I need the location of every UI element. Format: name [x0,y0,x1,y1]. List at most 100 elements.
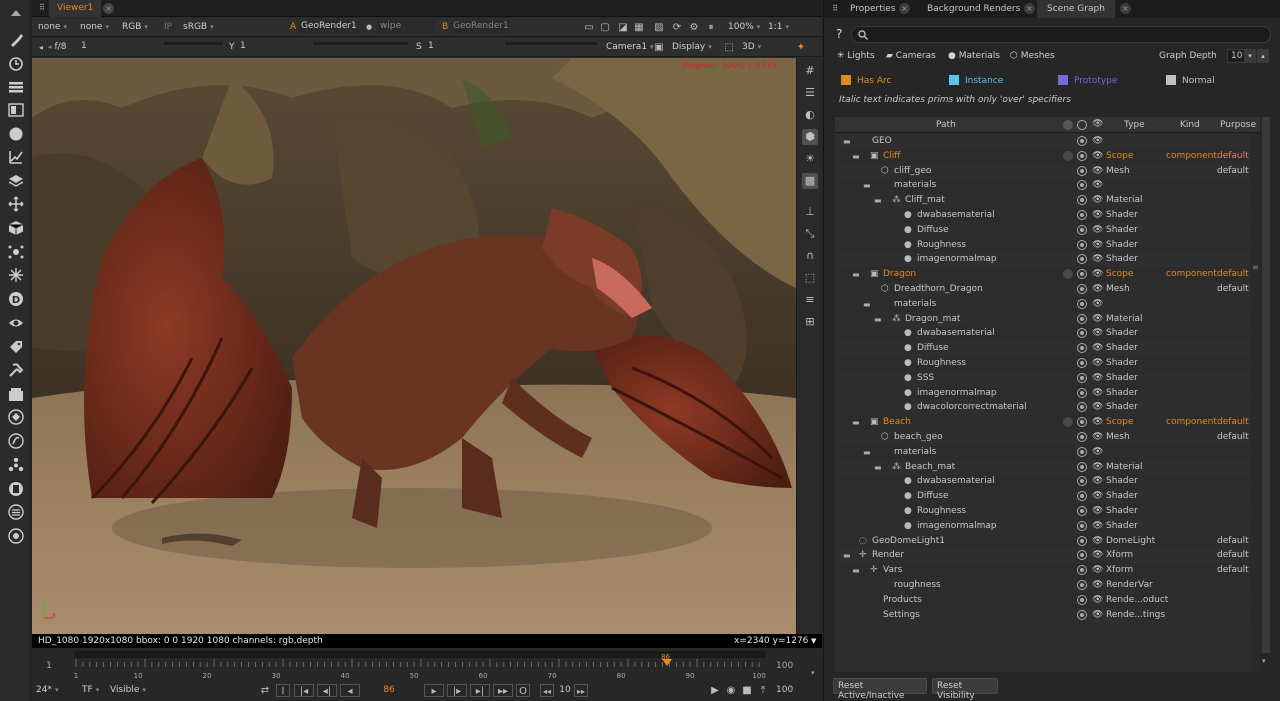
tree-row[interactable]: Settings 👁 Rende...tings [835,607,1260,623]
marquee-icon[interactable]: ⬚ [802,270,818,286]
lut-dropdown[interactable]: sRGB ▾ [179,21,218,34]
snap-icon[interactable]: ⊞ [802,314,818,330]
activity-toggle-icon[interactable] [1077,417,1087,428]
tree-row[interactable]: ● Diffuse 👁 Shader [835,489,1260,505]
activity-toggle-icon[interactable] [1077,476,1087,487]
fstop-field[interactable]: ◂ f/8 [44,41,70,54]
graph-depth-up-icon[interactable]: ▴ [1257,49,1269,63]
layers-icon[interactable] [7,172,24,189]
sat-field[interactable]: 1 [425,41,505,54]
col-purpose[interactable]: Purpose [1220,120,1256,130]
zoom-dropdown[interactable]: 100% ▾ [724,21,764,34]
collapse-icon[interactable]: ▬ [874,193,882,208]
visibility-eye-icon[interactable]: 👁 [1092,534,1103,549]
collapse-icon[interactable]: ▬ [874,460,882,475]
activity-toggle-icon[interactable] [1077,313,1087,324]
visibility-eye-icon[interactable]: 👁 [1092,164,1103,179]
tab-properties[interactable]: Properties [840,0,905,18]
cube-mode-icon[interactable]: ⬢ [802,129,818,145]
fps-dropdown[interactable]: 24* ▾ [32,684,62,697]
visibility-eye-icon[interactable]: 👁 [1092,563,1103,578]
move-icon[interactable]: # [802,63,818,79]
visibility-eye-icon[interactable]: 👁 [1092,548,1103,563]
help-icon[interactable]: ? [836,27,842,41]
tree-row[interactable]: ● Diffuse 👁 Shader [835,341,1260,357]
activity-toggle-icon[interactable] [1077,565,1087,576]
close-scenegraph-icon[interactable]: × [1120,3,1131,14]
light-icon[interactable]: ✦ [794,41,808,54]
activity-toggle-icon[interactable] [1077,150,1087,161]
curve-icon[interactable] [7,148,24,165]
select-icon[interactable]: ⬚ [722,41,736,54]
visibility-eye-icon[interactable]: 👁 [1092,252,1103,267]
tree-row[interactable]: ● Roughness 👁 Shader [835,504,1260,519]
visibility-eye-icon[interactable]: 👁 [1092,238,1103,253]
in-point-icon[interactable]: I [276,684,290,697]
activity-toggle-icon[interactable] [1077,387,1087,398]
nodes-icon[interactable] [7,456,24,473]
activity-toggle-icon[interactable] [1077,210,1087,220]
activity-toggle-icon[interactable] [1077,284,1087,294]
tree-row[interactable]: ● SSS 👁 Shader [835,370,1260,386]
channel-icon[interactable] [7,101,24,118]
tree-row[interactable]: ▬ materials 👁 [835,178,1260,193]
window-icon[interactable]: ▢ [598,21,612,34]
tree-row[interactable]: ● dwacolorcorrectmaterial 👁 Shader [835,400,1260,416]
filter-materials[interactable]: ● Materials [948,51,1000,61]
visibility-eye-icon[interactable]: 👁 [1092,371,1103,386]
tree-row[interactable]: ▬ materials 👁 [835,445,1260,460]
visibility-eye-icon[interactable]: 👁 [1092,178,1103,193]
wipe-dropdown[interactable]: wipe [377,21,435,34]
col-kind[interactable]: Kind [1180,120,1200,130]
activity-toggle-icon[interactable] [1077,224,1087,235]
visibility-eye-icon[interactable]: 👁 [1092,267,1103,282]
tree-row[interactable]: ● dwabasematerial 👁 Shader [835,474,1260,489]
tree-row[interactable]: ▬ ✛ Render 👁 Xform default [835,548,1260,564]
tree-row[interactable]: ● imagenormalmap 👁 Shader [835,518,1260,534]
visibility-eye-icon[interactable]: 👁 [1092,386,1103,401]
visibility-eye-icon[interactable]: 👁 [1092,134,1103,149]
loop-icon[interactable]: ⇄ [258,684,272,697]
eye-icon[interactable] [7,314,24,331]
step-field[interactable]: 10 [556,685,574,695]
grid-icon[interactable]: ▦ [632,21,646,34]
end-frame-field[interactable]: 100 [776,685,806,695]
active-toggle-icon[interactable] [1063,150,1073,161]
tree-row[interactable]: ● dwabasematerial 👁 Shader [835,208,1260,223]
play-icon[interactable]: ▸ [424,684,444,697]
tree-row[interactable]: ▬ ✛ Vars 👁 Xform default [835,563,1260,578]
tf-dropdown[interactable]: TF ▾ [78,684,103,697]
reset-active-button[interactable]: Reset Active/Inactive [833,678,927,701]
activity-toggle-icon[interactable] [1077,580,1087,590]
filter-cameras[interactable]: ▰ Cameras [886,51,936,61]
material-icon[interactable] [7,480,24,497]
activity-toggle-icon[interactable] [1077,535,1087,546]
activity-toggle-icon[interactable] [1077,550,1087,561]
globe-icon[interactable] [7,432,24,449]
visibility-eye-icon[interactable]: 👁 [1092,415,1103,430]
tools-icon[interactable] [7,361,24,378]
filter-meshes[interactable]: ⬡ Meshes [1010,51,1055,61]
visibility-eye-icon[interactable]: 👁 [1092,326,1103,341]
display-dropdown[interactable]: Display ▾ [668,41,716,54]
tree-row[interactable]: ▬ ⁂ Cliff_mat 👁 Material [835,193,1260,209]
tree-row[interactable]: ▬ ⁂ Dragon_mat 👁 Material [835,311,1260,327]
activity-toggle-icon[interactable] [1077,491,1087,502]
activity-toggle-icon[interactable] [1077,520,1087,531]
scroll-down-icon[interactable]: ▾ [1262,657,1266,665]
tab-background-renders[interactable]: Background Renders [917,0,1030,18]
mode-dropdown[interactable]: 3D ▾ [738,41,765,54]
visibility-eye-icon[interactable]: 👁 [1092,593,1103,608]
visibility-eye-icon[interactable]: 👁 [1092,208,1103,223]
timeline-end[interactable]: 100 [776,661,806,674]
col-path[interactable]: Path [936,120,956,130]
tree-row[interactable]: ▬ ▣ Dragon 👁 Scope component default [835,267,1260,282]
visibility-eye-icon[interactable]: 👁 [1092,608,1103,623]
activity-toggle-icon[interactable] [1077,372,1087,383]
visibility-eye-icon[interactable]: 👁 [1092,282,1103,297]
menu-icon[interactable] [7,78,24,95]
visibility-eye-icon[interactable]: 👁 [1092,578,1103,593]
timeline-scroll-icon[interactable]: ▾ [811,669,815,677]
scale-icon[interactable]: ⤡ [802,226,818,242]
tree-row[interactable]: ● Roughness 👁 Shader [835,356,1260,371]
